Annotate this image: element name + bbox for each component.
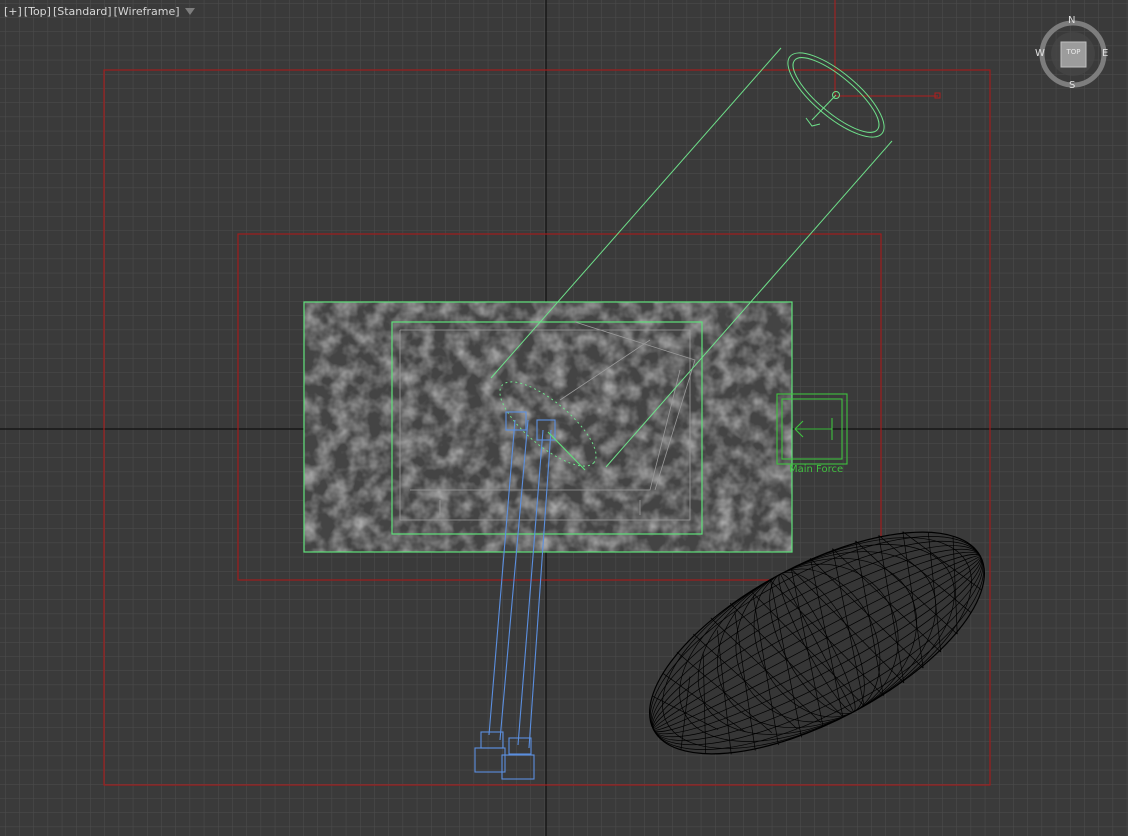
viewport-top[interactable]: TOP N S E W [+] [Top] [Standard] [Wirefr… bbox=[0, 0, 1128, 836]
compass-south-label[interactable]: S bbox=[1069, 80, 1075, 91]
compass-west-label[interactable]: W bbox=[1035, 48, 1045, 59]
funnel-icon[interactable] bbox=[184, 8, 195, 15]
viewport-standard-menu[interactable]: [Standard] bbox=[52, 5, 113, 18]
cloud-texture-plane[interactable] bbox=[304, 302, 792, 552]
viewport-general-menu[interactable]: [+] bbox=[3, 5, 23, 18]
compass-north-label[interactable]: N bbox=[1068, 15, 1075, 26]
force-object-label[interactable]: Main Force bbox=[789, 464, 843, 475]
viewcube-face-label[interactable]: TOP bbox=[1061, 48, 1086, 56]
viewport-shading-menu[interactable]: [Wireframe] bbox=[113, 5, 181, 18]
viewport-point-of-view-menu[interactable]: [Top] bbox=[23, 5, 52, 18]
viewport-scene[interactable] bbox=[0, 0, 1128, 836]
viewport-label-menu: [+] [Top] [Standard] [Wireframe] bbox=[3, 5, 195, 18]
compass-east-label[interactable]: E bbox=[1102, 48, 1108, 59]
